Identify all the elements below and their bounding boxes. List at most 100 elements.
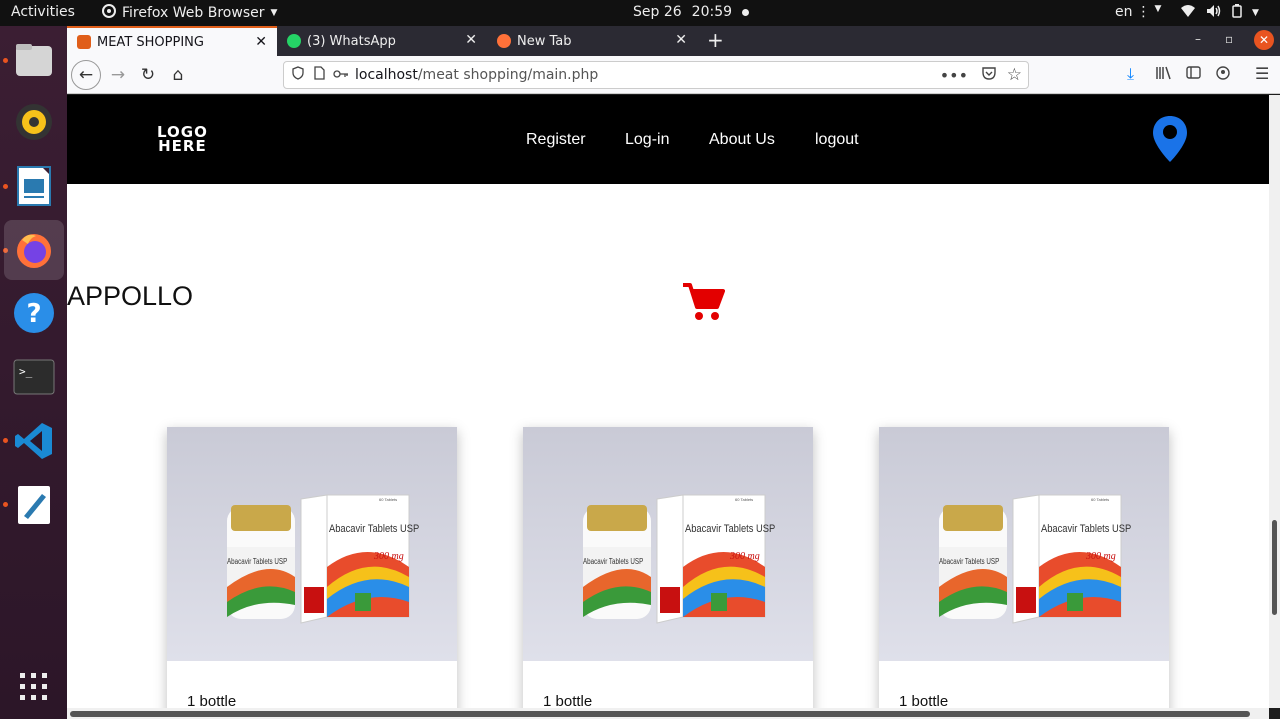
menu-icon[interactable]: ☰: [1255, 64, 1269, 83]
horizontal-scrollbar[interactable]: [67, 708, 1269, 719]
writer-icon[interactable]: [9, 161, 59, 211]
product-image[interactable]: Abacavir Tablets USP Abacavir Tablets US…: [167, 427, 457, 661]
firefox-icon: [497, 34, 511, 48]
system-menu[interactable]: ▼: [1180, 4, 1259, 22]
product-box-label: Abacavir Tablets USP: [685, 523, 776, 535]
gnome-top-bar: Activities Firefox Web Browser ▼ Sep 26 …: [0, 0, 1280, 26]
product-card[interactable]: Abacavir Tablets USP Abacavir Tablets US…: [523, 427, 813, 708]
shopping-cart-icon[interactable]: [681, 281, 725, 327]
back-button[interactable]: ←: [71, 60, 101, 90]
product-title: 1 bottle: [187, 693, 237, 708]
terminal-icon[interactable]: >_: [9, 352, 59, 402]
language-suffix: ⋮: [1136, 4, 1151, 20]
dock: ? >_: [0, 26, 67, 719]
url-path: /meat shopping/main.php: [417, 67, 599, 83]
url-bar[interactable]: localhost/meat shopping/main.php ••• ☆: [283, 61, 1029, 89]
files-icon[interactable]: [9, 35, 59, 85]
minimize-icon[interactable]: –: [1195, 32, 1201, 46]
nav-logout[interactable]: logout: [815, 131, 859, 149]
restore-icon[interactable]: ▫: [1225, 32, 1233, 46]
product-title: 1 bottle: [543, 693, 593, 708]
sidebar-icon[interactable]: [1186, 66, 1201, 83]
tab-bar: MEAT SHOPPING ✕ (3) WhatsApp ✕ New Tab ✕…: [67, 26, 1280, 56]
logo-line-2: HERE: [158, 137, 207, 155]
product-bottle-label: Abacavir Tablets USP: [583, 557, 644, 566]
new-tab-button[interactable]: +: [707, 28, 724, 52]
product-card[interactable]: Abacavir Tablets USP Abacavir Tablets US…: [879, 427, 1169, 708]
language-selector[interactable]: en ⋮ ▼: [1115, 4, 1161, 20]
brand-title: APPOLLO: [67, 281, 194, 311]
nav-about-us[interactable]: About Us: [709, 131, 775, 149]
close-tab-icon[interactable]: ✕: [465, 32, 477, 48]
close-tab-icon[interactable]: ✕: [675, 32, 687, 48]
account-icon[interactable]: [1216, 66, 1230, 84]
site-logo[interactable]: LOGO HERE: [157, 125, 208, 155]
downloads-icon[interactable]: ⤓: [1127, 64, 1134, 84]
nav-login[interactable]: Log-in: [625, 131, 669, 149]
wifi-icon: [1180, 4, 1196, 22]
running-indicator: [3, 184, 8, 189]
url-host: localhost: [355, 67, 418, 83]
volume-icon: [1206, 4, 1222, 22]
battery-icon: [1232, 4, 1242, 22]
close-window-icon[interactable]: ✕: [1254, 30, 1274, 50]
dropdown-icon: ▼: [270, 8, 278, 18]
more-actions-icon[interactable]: •••: [940, 66, 968, 85]
app-name: Firefox Web Browser: [122, 5, 265, 21]
forward-button[interactable]: →: [103, 61, 133, 89]
bookmark-star-icon[interactable]: ☆: [1007, 65, 1022, 85]
shield-icon: [292, 66, 304, 84]
app-grid-icon[interactable]: [9, 662, 59, 712]
clock-date: Sep 26: [633, 4, 682, 20]
help-icon[interactable]: ?: [9, 288, 59, 338]
pocket-icon[interactable]: [982, 66, 996, 84]
product-count: 60 Tablets: [1091, 497, 1110, 502]
product-bottle-label: Abacavir Tablets USP: [227, 557, 288, 566]
tab-label: (3) WhatsApp: [307, 33, 396, 49]
product-box-label: Abacavir Tablets USP: [1041, 523, 1132, 535]
text-editor-icon[interactable]: [9, 480, 59, 530]
svg-text:?: ?: [26, 299, 41, 329]
key-icon: [333, 67, 349, 83]
clock[interactable]: Sep 26 20:59: [633, 4, 750, 20]
running-indicator: [3, 502, 8, 507]
scrollbar-thumb[interactable]: [1272, 520, 1277, 615]
tab-label: MEAT SHOPPING: [97, 34, 204, 50]
clock-time: 20:59: [691, 4, 733, 20]
activities-button[interactable]: Activities: [11, 4, 75, 20]
product-image[interactable]: Abacavir Tablets USP Abacavir Tablets US…: [523, 427, 813, 661]
language-label: en: [1115, 4, 1133, 20]
dropdown-icon: ▼: [1252, 8, 1259, 18]
rhythmbox-icon[interactable]: [9, 97, 59, 147]
product-image[interactable]: Abacavir Tablets USP Abacavir Tablets US…: [879, 427, 1169, 661]
location-pin-icon[interactable]: [1152, 115, 1188, 167]
product-dose: 300 mg: [374, 551, 404, 562]
tab-new-tab[interactable]: New Tab ✕: [487, 26, 697, 56]
product-box-label: Abacavir Tablets USP: [329, 523, 420, 535]
product-count: 60 Tablets: [735, 497, 754, 502]
vertical-scrollbar[interactable]: [1269, 95, 1280, 708]
product-title: 1 bottle: [899, 693, 949, 708]
close-tab-icon[interactable]: ✕: [255, 34, 267, 50]
reload-button[interactable]: ↻: [133, 61, 163, 89]
nav-register[interactable]: Register: [526, 131, 586, 149]
app-menu[interactable]: Firefox Web Browser ▼: [102, 4, 277, 22]
tab-meat-shopping[interactable]: MEAT SHOPPING ✕: [67, 26, 277, 56]
page-content: LOGO HERE Register Log-in About Us logou…: [67, 95, 1269, 708]
running-indicator: [3, 58, 8, 63]
site-favicon-icon: [77, 35, 91, 49]
library-icon[interactable]: [1156, 66, 1172, 84]
product-dose: 300 mg: [1086, 551, 1116, 562]
notification-dot-icon: [742, 8, 750, 16]
tab-whatsapp[interactable]: (3) WhatsApp ✕: [277, 26, 487, 56]
home-icon[interactable]: ⌂: [163, 61, 193, 89]
running-indicator: [3, 438, 8, 443]
navigation-bar: ← → ↻ ⌂ localhost/meat shopping/main.php…: [67, 56, 1280, 94]
page-icon: [314, 66, 325, 84]
tab-label: New Tab: [517, 33, 572, 49]
firefox-icon[interactable]: [4, 220, 64, 280]
vscode-icon[interactable]: [9, 416, 59, 466]
product-card[interactable]: Abacavir Tablets USP Abacavir Tablets US…: [167, 427, 457, 708]
product-dose: 300 mg: [730, 551, 760, 562]
scrollbar-thumb[interactable]: [70, 711, 1250, 717]
